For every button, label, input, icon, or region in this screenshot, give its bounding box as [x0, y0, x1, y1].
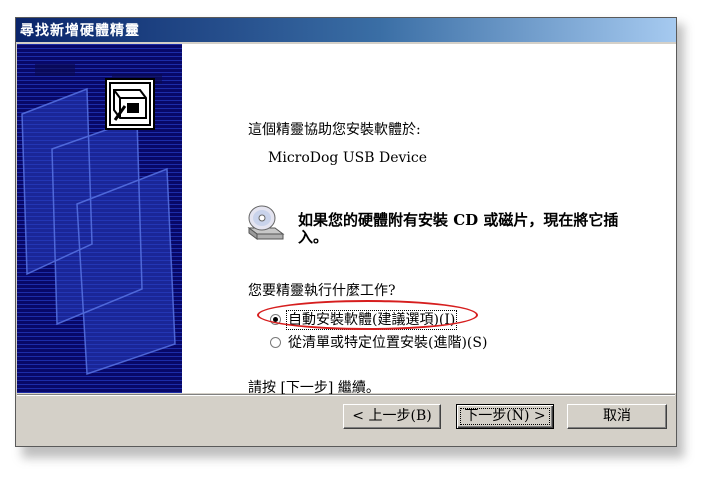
title-bar[interactable]: 尋找新增硬體精靈 [16, 18, 676, 42]
next-button-label: 下一步(N) > [457, 405, 553, 428]
red-highlight-annotation [257, 300, 478, 330]
task-question: 您要精靈執行什麼工作? [248, 283, 396, 299]
wizard-content: 這個精靈協助您安裝軟體於: MicroDog USB Device 如果您的硬體… [182, 44, 676, 396]
wizard-side-panel [17, 44, 182, 393]
back-button[interactable]: < 上一步(B) [343, 404, 441, 429]
cancel-button[interactable]: 取消 [567, 404, 667, 429]
intro-text: 這個精靈協助您安裝軟體於: [248, 122, 421, 138]
insert-cd-message: 如果您的硬體附有安裝 CD 或磁片，現在將它插入。 [298, 211, 619, 246]
button-divider [17, 394, 675, 396]
hardware-wizard-icon [105, 78, 155, 134]
cd-drive-icon [245, 204, 285, 246]
device-name: MicroDog USB Device [268, 150, 427, 166]
next-button[interactable]: 下一步(N) > [456, 404, 554, 429]
radio-install-from-list[interactable] [270, 337, 281, 348]
option-install-from-list[interactable]: 從清單或特定位置安裝(進階)(S) [270, 332, 487, 352]
wizard-dialog: 尋找新增硬體精靈 這個精靈協助您安裝軟體於: MicroDog USB Devi… [15, 17, 677, 447]
option-install-from-list-label: 從清單或特定位置安裝(進階)(S) [288, 335, 488, 351]
side-panel-graphic [17, 44, 182, 393]
window-title: 尋找新增硬體精靈 [20, 23, 140, 39]
